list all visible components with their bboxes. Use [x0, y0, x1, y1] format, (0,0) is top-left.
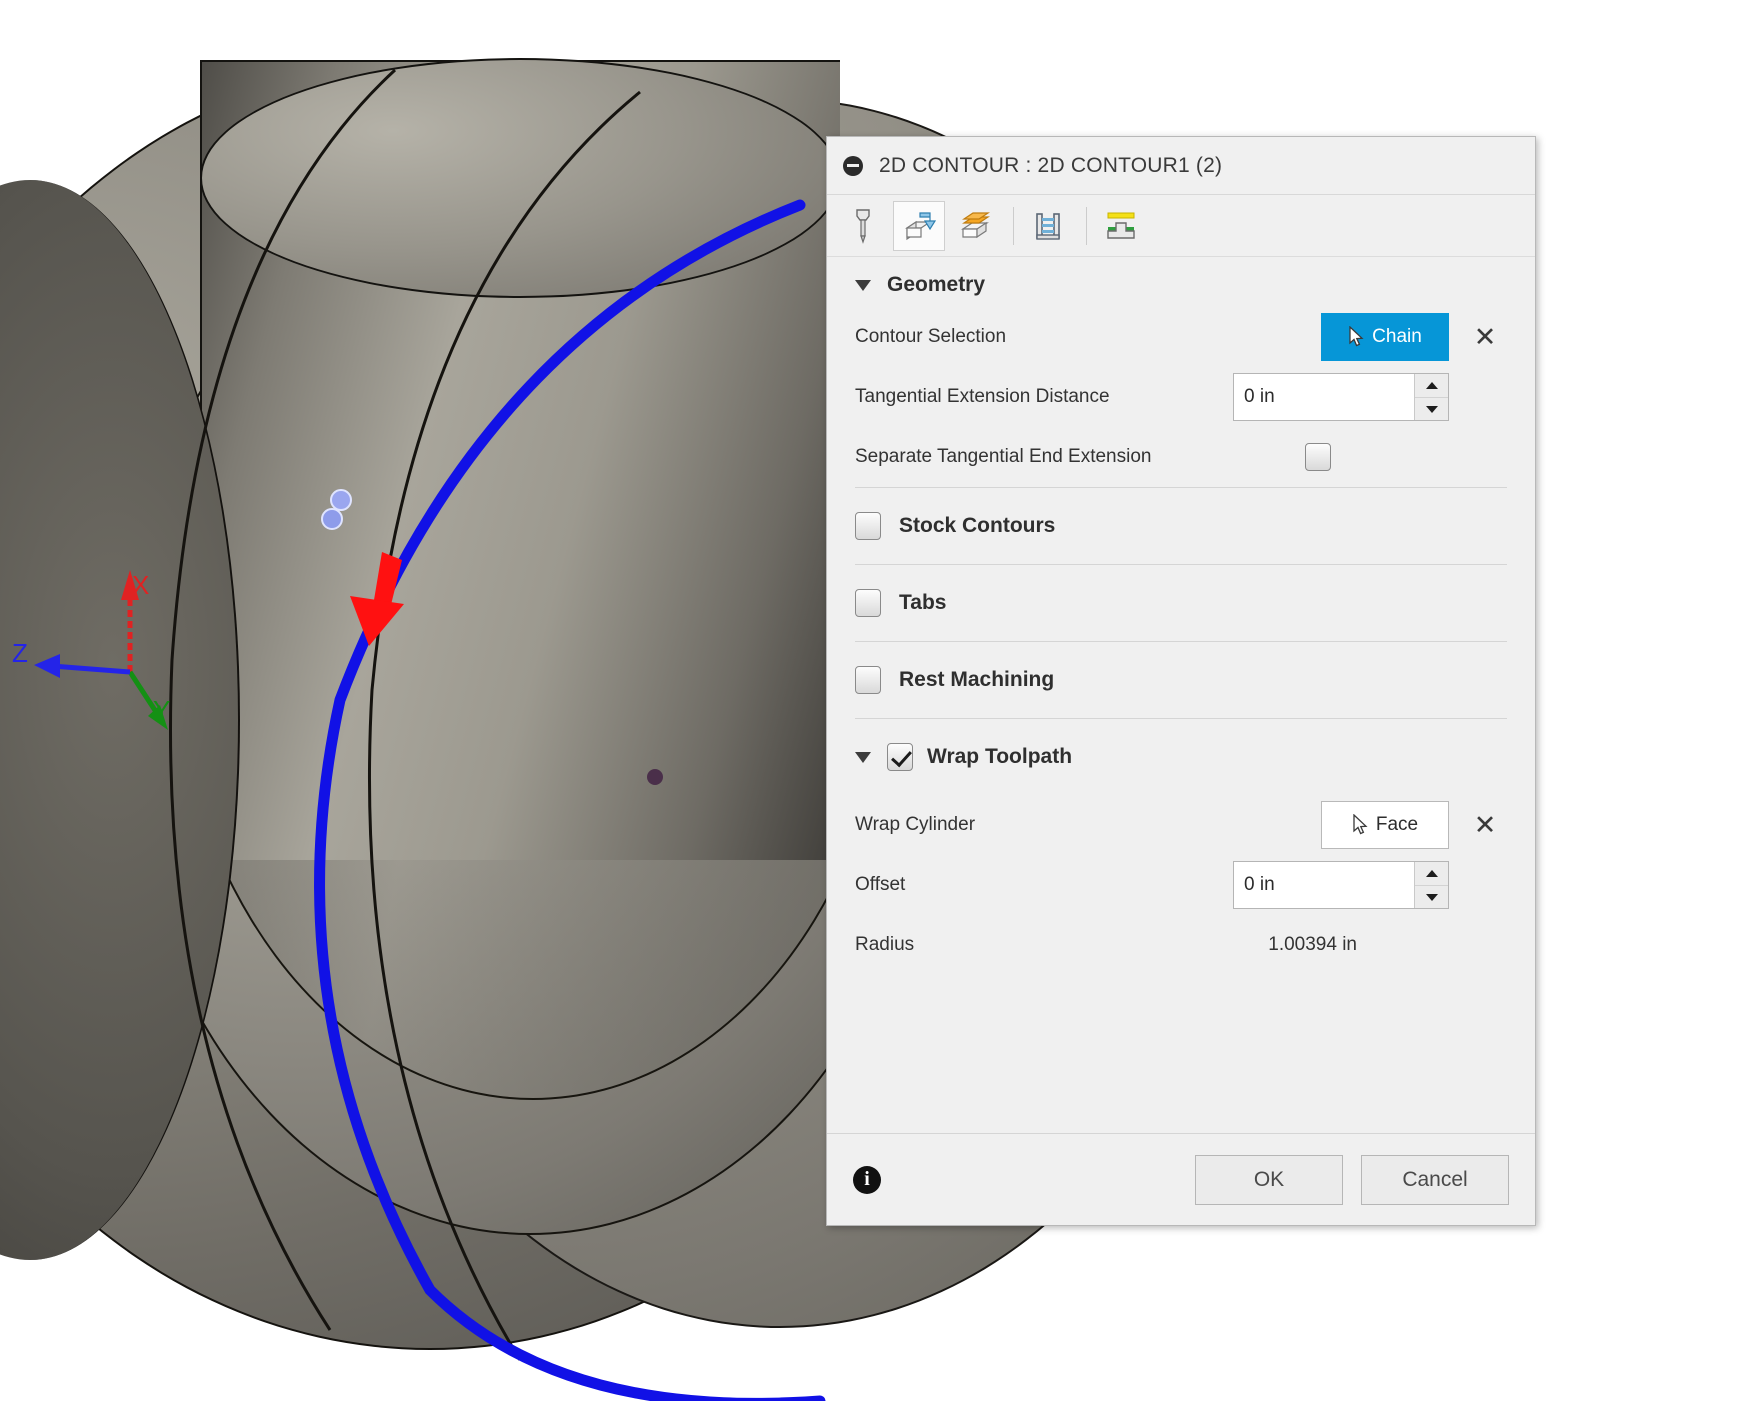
- row-offset: Offset ✕: [827, 855, 1535, 915]
- y-axis-label: Y: [153, 695, 171, 725]
- wrap-cylinder-label: Wrap Cylinder: [855, 814, 976, 835]
- group-rest-machining[interactable]: Rest Machining: [827, 642, 1535, 718]
- linking-icon: [1107, 212, 1135, 239]
- dialog-body: Geometry Contour Selection Chain ✕ Tange…: [827, 257, 1535, 1133]
- offset-label: Offset: [855, 874, 906, 895]
- row-contour-selection: Contour Selection Chain ✕: [827, 307, 1535, 367]
- caret-down-icon: [1425, 893, 1438, 901]
- operation-dialog[interactable]: 2D CONTOUR : 2D CONTOUR1 (2) Geometry Co…: [826, 136, 1536, 1226]
- dialog-title: 2D CONTOUR : 2D CONTOUR1 (2): [879, 153, 1223, 177]
- x-axis-label: X: [132, 570, 150, 600]
- dialog-titlebar: 2D CONTOUR : 2D CONTOUR1 (2): [827, 137, 1535, 195]
- offset-field[interactable]: [1233, 861, 1449, 909]
- stepper-down-button[interactable]: [1415, 397, 1448, 420]
- contour-selection-chain-button[interactable]: Chain: [1321, 313, 1449, 361]
- wrap-cylinder-face-button[interactable]: Face: [1321, 801, 1449, 849]
- model-small-cylinder-cap: [200, 58, 840, 298]
- tangential-extension-field[interactable]: [1233, 373, 1449, 421]
- wrap-toolpath-checkbox[interactable]: [887, 743, 913, 771]
- group-wrap-toolpath[interactable]: Wrap Toolpath: [827, 719, 1535, 795]
- tool-icon: [856, 208, 870, 244]
- tangential-extension-stepper[interactable]: [1414, 374, 1448, 420]
- radius-value: 1.00394 in: [1268, 934, 1357, 955]
- cursor-icon: [1353, 814, 1368, 835]
- cursor-icon: [1349, 326, 1364, 347]
- contour-selection-button-label: Chain: [1372, 326, 1422, 347]
- separate-end-extension-label: Separate Tangential End Extension: [855, 446, 1152, 467]
- geometry-section-header[interactable]: Geometry: [827, 257, 1535, 307]
- chevron-down-icon: [855, 279, 871, 291]
- tabs-checkbox[interactable]: [855, 589, 881, 617]
- tab-geometry[interactable]: [893, 200, 945, 251]
- row-wrap-cylinder: Wrap Cylinder Face ✕: [827, 795, 1535, 855]
- rest-machining-label: Rest Machining: [899, 668, 1055, 691]
- offset-stepper-down-button[interactable]: [1415, 885, 1448, 908]
- caret-up-icon: [1425, 870, 1438, 877]
- stock-contours-checkbox[interactable]: [855, 512, 881, 540]
- row-tangential-extension: Tangential Extension Distance ✕: [827, 367, 1535, 427]
- contour-selection-clear-icon[interactable]: ✕: [1463, 315, 1507, 359]
- row-radius: Radius 1.00394 in: [827, 915, 1535, 975]
- rest-machining-checkbox[interactable]: [855, 666, 881, 694]
- group-tabs[interactable]: Tabs: [827, 565, 1535, 641]
- wrap-toolpath-label: Wrap Toolpath: [927, 745, 1073, 768]
- wrap-toolpath-chevron-down-icon[interactable]: [855, 751, 871, 763]
- row-separate-end-extension: Separate Tangential End Extension: [827, 427, 1535, 487]
- radius-label: Radius: [855, 934, 915, 955]
- triad-labels: X Y Z: [12, 560, 240, 750]
- stock-contours-label: Stock Contours: [899, 514, 1056, 537]
- offset-stepper[interactable]: [1414, 862, 1448, 908]
- dialog-tabstrip[interactable]: [827, 195, 1535, 257]
- offset-input[interactable]: [1234, 862, 1414, 908]
- wrap-cylinder-clear-icon[interactable]: ✕: [1463, 803, 1507, 847]
- tangential-extension-input[interactable]: [1234, 374, 1414, 420]
- tabs-label: Tabs: [899, 591, 947, 614]
- heights-icon: [961, 211, 990, 238]
- tab-heights[interactable]: [949, 201, 1001, 251]
- tab-passes[interactable]: [1022, 201, 1074, 251]
- tab-tool[interactable]: [837, 201, 889, 251]
- separate-end-extension-checkbox[interactable]: [1305, 443, 1331, 471]
- geometry-section-title: Geometry: [887, 273, 986, 296]
- contour-selection-label: Contour Selection: [855, 326, 1007, 347]
- info-icon[interactable]: i: [853, 1165, 881, 1194]
- tab-linking[interactable]: [1095, 201, 1147, 251]
- geometry-icon: [905, 211, 937, 240]
- offset-stepper-up-button[interactable]: [1415, 862, 1448, 885]
- caret-up-icon: [1425, 382, 1438, 389]
- tangential-extension-label: Tangential Extension Distance: [855, 386, 1110, 407]
- cancel-button[interactable]: Cancel: [1361, 1154, 1509, 1205]
- wrap-cylinder-button-label: Face: [1375, 814, 1419, 835]
- tab-separator-1: [1013, 206, 1014, 245]
- caret-down-icon: [1425, 405, 1438, 413]
- dialog-footer: i OK Cancel: [827, 1133, 1535, 1225]
- stepper-up-button[interactable]: [1415, 374, 1448, 397]
- tab-separator-2: [1086, 206, 1087, 245]
- ok-button[interactable]: OK: [1195, 1154, 1343, 1205]
- z-axis-label: Z: [12, 638, 28, 668]
- passes-icon: [1036, 212, 1060, 240]
- collapse-icon[interactable]: [843, 155, 863, 176]
- group-stock-contours[interactable]: Stock Contours: [827, 488, 1535, 564]
